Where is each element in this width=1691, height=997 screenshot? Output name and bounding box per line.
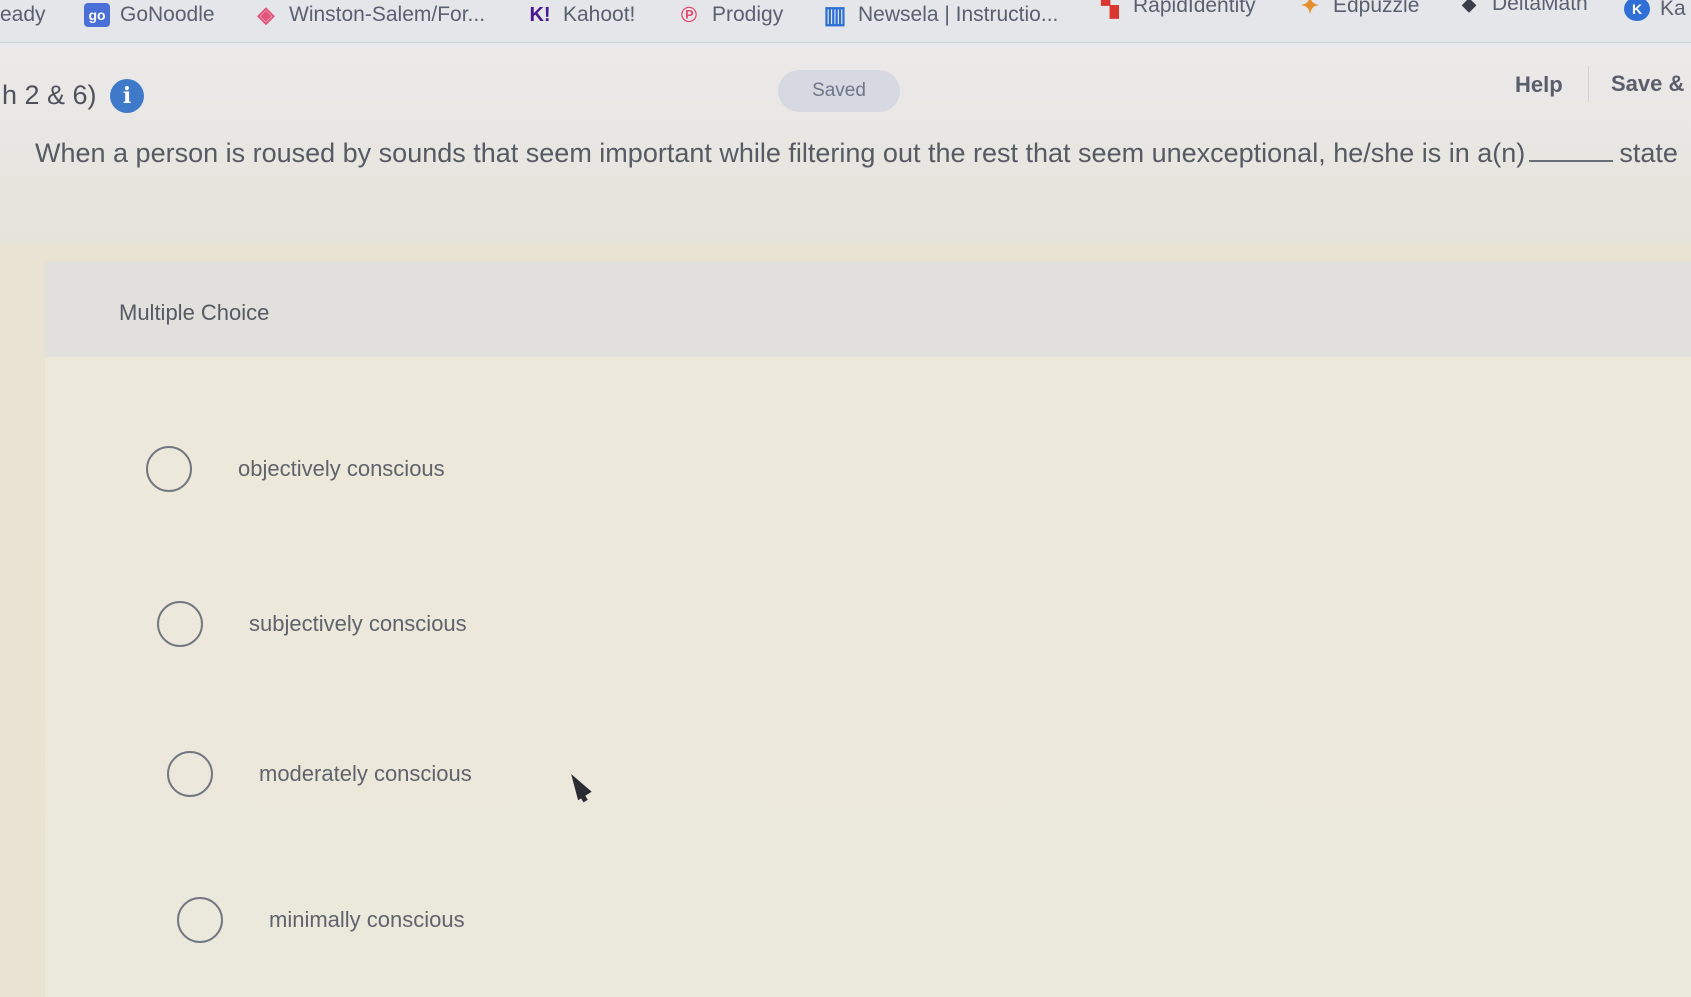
info-icon[interactable]: i xyxy=(110,79,144,113)
choice-minimally-conscious[interactable]: minimally conscious xyxy=(177,897,465,943)
multiple-choice-header: Multiple Choice xyxy=(45,262,1691,357)
prodigy-icon: ℗ xyxy=(680,2,698,27)
edpuzzle-icon: ✦ xyxy=(1300,0,1320,18)
bookmark-gonoodle[interactable]: go GoNoodle xyxy=(84,0,215,30)
bookmark-label: Kahoot! xyxy=(563,3,636,26)
choice-label: moderately conscious xyxy=(259,761,472,786)
choice-label: objectively conscious xyxy=(238,456,445,481)
bookmark-label: eady xyxy=(0,3,46,26)
question-suffix: state xyxy=(1619,138,1678,168)
answer-blank xyxy=(1529,160,1614,162)
bookmark-prodigy[interactable]: ℗ Prodigy xyxy=(676,0,783,30)
choice-label: subjectively conscious xyxy=(249,611,467,636)
bookmark-edpuzzle[interactable]: ✦ Edpuzzle xyxy=(1297,0,1420,21)
help-button[interactable]: Help xyxy=(1515,72,1563,98)
bookmark-label: DeltaMath xyxy=(1492,0,1588,15)
gonoodle-icon: go xyxy=(84,3,110,27)
question-prefix: When a person is roused by sounds that s… xyxy=(35,138,1526,168)
radio-button[interactable] xyxy=(177,897,223,943)
bookmark-ready[interactable]: eady xyxy=(0,0,46,30)
bookmark-rapididentity[interactable]: ▚ RapidIdentity xyxy=(1097,0,1256,21)
rapididentity-icon: ▚ xyxy=(1101,0,1119,18)
bookmark-newsela[interactable]: ▥ Newsela | Instructio... xyxy=(822,0,1059,30)
kahoot-icon: K! xyxy=(529,3,551,26)
bookmarks-bar: eady go GoNoodle ◈ Winston-Salem/For... … xyxy=(0,0,1691,43)
save-exit-button[interactable]: Save & xyxy=(1611,71,1684,97)
bookmark-label: Newsela | Instructio... xyxy=(858,3,1059,26)
bookmark-kahoot[interactable]: K! Kahoot! xyxy=(527,0,635,30)
bookmark-winston-salem[interactable]: ◈ Winston-Salem/For... xyxy=(253,0,486,30)
assignment-breadcrumb: h 2 & 6) xyxy=(2,80,97,110)
bookmark-label: Edpuzzle xyxy=(1333,0,1420,17)
radio-button[interactable] xyxy=(157,601,203,647)
choice-label: minimally conscious xyxy=(269,907,465,932)
bookmark-label: RapidIdentity xyxy=(1133,0,1256,17)
winston-salem-icon: ◈ xyxy=(257,2,275,27)
header-divider xyxy=(1588,66,1589,102)
question-text: When a person is roused by sounds that s… xyxy=(35,138,1691,169)
bookmark-label: Prodigy xyxy=(712,3,784,26)
ka-icon: K xyxy=(1624,0,1650,21)
radio-button[interactable] xyxy=(146,446,192,492)
bookmark-ka[interactable]: K Ka xyxy=(1624,0,1686,24)
bookmark-deltamath[interactable]: ◆ DeltaMath xyxy=(1456,0,1588,19)
choice-objectively-conscious[interactable]: objectively conscious xyxy=(146,446,445,492)
bookmark-label: GoNoodle xyxy=(120,3,215,26)
choice-moderately-conscious[interactable]: moderately conscious xyxy=(167,751,472,797)
radio-button[interactable] xyxy=(167,751,213,797)
newsela-icon: ▥ xyxy=(823,1,847,29)
bookmark-label: Ka xyxy=(1660,0,1686,20)
choice-subjectively-conscious[interactable]: subjectively conscious xyxy=(157,601,467,647)
saved-status-badge: Saved xyxy=(778,70,900,112)
deltamath-icon: ◆ xyxy=(1462,0,1476,14)
bookmark-label: Winston-Salem/For... xyxy=(289,3,486,26)
multiple-choice-label: Multiple Choice xyxy=(119,300,270,325)
